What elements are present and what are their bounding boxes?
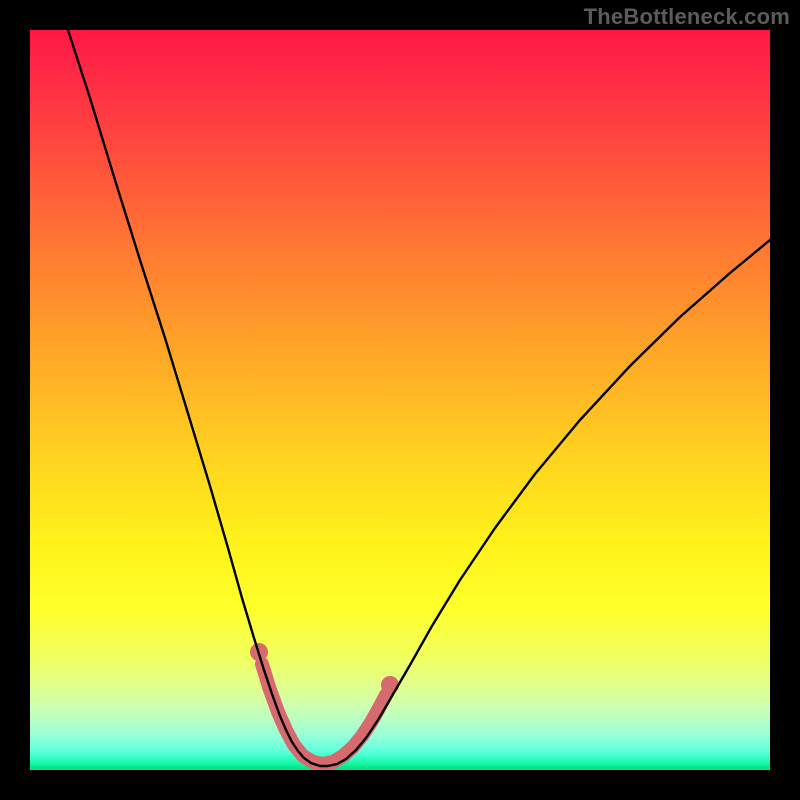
bottleneck-curve bbox=[68, 30, 770, 766]
plot-area bbox=[30, 30, 770, 770]
valley-highlight bbox=[262, 664, 386, 764]
curve-layer bbox=[30, 30, 770, 770]
chart-frame: TheBottleneck.com bbox=[0, 0, 800, 800]
valley-dot-top-right bbox=[381, 676, 399, 694]
watermark-text: TheBottleneck.com bbox=[584, 4, 790, 30]
